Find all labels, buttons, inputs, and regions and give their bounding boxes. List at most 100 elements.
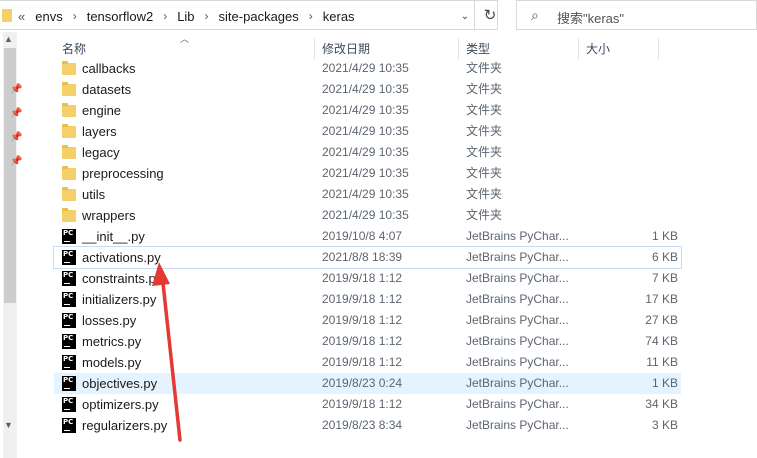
pycharm-file-icon: PC: [62, 313, 76, 328]
file-name: activations.py: [82, 250, 161, 265]
file-date: 2021/4/29 10:35: [322, 208, 409, 222]
file-name: __init__.py: [82, 229, 145, 244]
file-row[interactable]: PC optimizers.py 2019/9/18 1:12 JetBrains P…: [54, 394, 681, 415]
pycharm-file-icon: PC: [62, 376, 76, 391]
file-type: 文件夹: [466, 124, 503, 138]
file-row[interactable]: PC metrics.py 2019/9/18 1:12 JetBrains PyCh…: [54, 331, 681, 352]
file-type: 文件夹: [466, 166, 503, 180]
folder-row[interactable]: legacy 2021/4/29 10:35 文件夹: [54, 142, 681, 163]
file-row[interactable]: PC objectives.py 2019/8/23 0:24 JetBrains P…: [54, 373, 681, 394]
file-size: 11 KB: [646, 355, 678, 369]
file-name: optimizers.py: [82, 397, 159, 412]
file-date: 2021/4/29 10:35: [322, 166, 409, 180]
file-type: JetBrains PyChar...: [466, 418, 569, 432]
folder-icon: [62, 187, 76, 201]
chevron-right-icon[interactable]: ›: [163, 9, 167, 23]
pycharm-file-icon: PC: [62, 250, 76, 265]
folder-row[interactable]: utils 2021/4/29 10:35 文件夹: [54, 184, 681, 205]
file-date: 2021/4/29 10:35: [322, 103, 409, 117]
pycharm-file-icon: PC: [62, 292, 76, 307]
pycharm-file-icon: PC: [62, 418, 76, 433]
pin-icon[interactable]: 📌: [10, 84, 22, 95]
folder-icon: [62, 166, 76, 180]
overflow-chevron-icon[interactable]: «: [18, 9, 25, 24]
file-size: 17 KB: [645, 292, 678, 306]
crumb-tensorflow2[interactable]: tensorflow2: [87, 9, 153, 24]
file-type: JetBrains PyChar...: [466, 376, 569, 390]
address-dropdown-icon[interactable]: ⌄: [455, 1, 475, 31]
crumb-site-packages[interactable]: site-packages: [219, 9, 299, 24]
folder-row[interactable]: wrappers 2021/4/29 10:35 文件夹: [54, 205, 681, 226]
file-type: JetBrains PyChar...: [466, 229, 569, 243]
file-name: utils: [82, 187, 106, 202]
folder-row[interactable]: preprocessing 2021/4/29 10:35 文件夹: [54, 163, 681, 184]
scroll-down-icon[interactable]: ▼: [4, 420, 13, 430]
file-type: 文件夹: [466, 145, 503, 159]
folder-row[interactable]: engine 2021/4/29 10:35 文件夹: [54, 100, 681, 121]
chevron-right-icon[interactable]: ›: [205, 9, 209, 23]
file-date: 2021/4/29 10:35: [322, 61, 409, 75]
pin-icon[interactable]: 📌: [10, 156, 22, 167]
column-divider[interactable]: [658, 38, 659, 60]
file-size: 1 KB: [651, 376, 678, 390]
folder-icon: [62, 145, 76, 159]
folder-icon: [2, 9, 12, 22]
folder-icon: [62, 124, 76, 138]
file-type: JetBrains PyChar...: [466, 271, 569, 285]
file-date: 2019/8/23 0:24: [322, 376, 403, 390]
file-row[interactable]: PC models.py 2019/9/18 1:12 JetBrains PyCha…: [54, 352, 681, 373]
file-row[interactable]: PC activations.py 2021/8/8 18:39 JetBrains …: [53, 246, 682, 269]
file-row[interactable]: PC initializers.py 2019/9/18 1:12 JetBrains…: [54, 289, 681, 310]
pycharm-file-icon: PC: [62, 397, 76, 412]
file-name: losses.py: [82, 313, 137, 328]
file-type: JetBrains PyChar...: [466, 397, 569, 411]
chevron-right-icon[interactable]: ›: [309, 9, 313, 23]
column-divider[interactable]: [578, 38, 579, 60]
folder-row[interactable]: layers 2021/4/29 10:35 文件夹: [54, 121, 681, 142]
file-name: regularizers.py: [82, 418, 168, 433]
refresh-button[interactable]: ↻: [474, 0, 505, 30]
folder-row[interactable]: callbacks 2021/4/29 10:35 文件夹: [54, 58, 681, 79]
search-input[interactable]: ⌕ 搜索"keras": [516, 0, 757, 30]
pin-icon[interactable]: 📌: [10, 132, 22, 143]
file-size: 7 KB: [651, 271, 678, 285]
navigation-pane: ▲ ▼: [0, 32, 24, 458]
file-type: JetBrains PyChar...: [466, 313, 569, 327]
file-row[interactable]: PC constraints.py 2019/9/18 1:12 JetBrains …: [54, 268, 681, 289]
crumb-lib[interactable]: Lib: [177, 9, 194, 24]
folder-icon: [62, 82, 76, 96]
file-name: layers: [82, 124, 117, 139]
toolbar: « envs › tensorflow2 › Lib › site-packag…: [0, 0, 757, 32]
file-date: 2021/4/29 10:35: [322, 124, 409, 138]
pycharm-file-icon: PC: [62, 271, 76, 286]
file-name: metrics.py: [82, 334, 142, 349]
column-divider[interactable]: [458, 38, 459, 60]
folder-row[interactable]: datasets 2021/4/29 10:35 文件夹: [54, 79, 681, 100]
pin-icon[interactable]: 📌: [10, 108, 22, 119]
file-size: 6 KB: [651, 250, 678, 264]
file-row[interactable]: PC regularizers.py 2019/8/23 8:34 JetBrains…: [54, 415, 681, 436]
file-row[interactable]: PC losses.py 2019/9/18 1:12 JetBrains PyCha…: [54, 310, 681, 331]
pycharm-file-icon: PC: [62, 334, 76, 349]
file-date: 2021/4/29 10:35: [322, 187, 409, 201]
file-date: 2021/4/29 10:35: [322, 145, 409, 159]
file-type: 文件夹: [466, 61, 503, 75]
address-bar[interactable]: « envs › tensorflow2 › Lib › site-packag…: [0, 0, 498, 30]
file-name: engine: [82, 103, 122, 118]
breadcrumb: « envs › tensorflow2 › Lib › site-packag…: [18, 1, 355, 31]
file-name: preprocessing: [82, 166, 164, 181]
file-date: 2019/9/18 1:12: [322, 313, 403, 327]
folder-icon: [62, 208, 76, 222]
chevron-right-icon[interactable]: ›: [73, 9, 77, 23]
file-name: legacy: [82, 145, 120, 160]
file-size: 1 KB: [651, 229, 678, 243]
sort-ascending-icon: ︿: [180, 34, 190, 44]
column-divider[interactable]: [314, 38, 315, 60]
crumb-envs[interactable]: envs: [35, 9, 62, 24]
file-row[interactable]: PC __init__.py 2019/10/8 4:07 JetBrains PyC…: [54, 226, 681, 247]
scroll-up-icon[interactable]: ▲: [4, 34, 13, 44]
file-type: 文件夹: [466, 187, 503, 201]
search-placeholder: 搜索"keras": [557, 11, 625, 26]
file-type: JetBrains PyChar...: [466, 334, 569, 348]
crumb-keras[interactable]: keras: [323, 9, 355, 24]
